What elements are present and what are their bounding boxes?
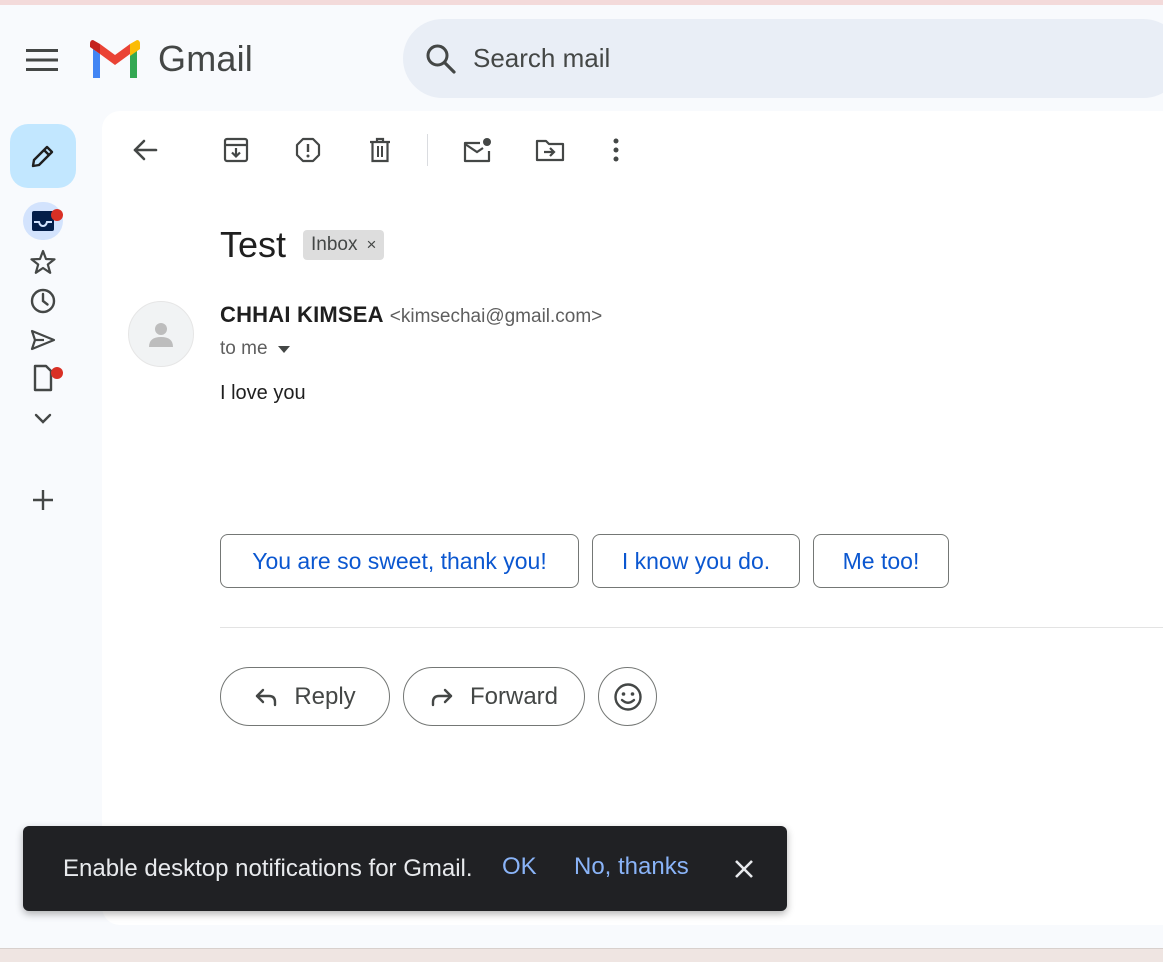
notification-snackbar: Enable desktop notifications for Gmail. … — [23, 826, 787, 911]
delete-icon — [370, 137, 390, 163]
main-menu-button[interactable] — [20, 40, 64, 80]
search-icon[interactable] — [425, 43, 457, 75]
gmail-logo[interactable]: Gmail — [90, 38, 253, 80]
smart-reply-2[interactable]: I know you do. — [592, 534, 800, 588]
sender-name[interactable]: CHHAI KIMSEA — [220, 302, 384, 328]
drafts-icon — [33, 364, 53, 392]
message-body: I love you — [220, 382, 306, 404]
search-input[interactable] — [473, 43, 1073, 74]
archive-icon — [223, 137, 249, 163]
reply-arrow-icon — [256, 688, 277, 706]
sidebar-item-drafts[interactable] — [23, 360, 63, 396]
report-spam-icon — [295, 137, 321, 163]
move-to-button[interactable] — [532, 130, 568, 170]
remove-label-button[interactable]: × — [366, 235, 376, 255]
emoji-reaction-button[interactable] — [598, 667, 657, 726]
snackbar-close-button[interactable] — [731, 856, 757, 882]
message-divider — [220, 627, 1163, 628]
more-options-button[interactable] — [598, 130, 634, 170]
star-icon — [30, 249, 56, 274]
smart-reply-1[interactable]: You are so sweet, thank you! — [220, 534, 579, 588]
mark-unread-button[interactable] — [460, 130, 496, 170]
snackbar-no-thanks-button[interactable]: No, thanks — [574, 853, 689, 881]
mark-unread-icon — [463, 138, 491, 163]
smart-reply-3[interactable]: Me too! — [813, 534, 949, 588]
toolbar-divider — [427, 134, 428, 166]
emoji-smile-icon — [613, 682, 642, 711]
create-label-button[interactable] — [23, 482, 63, 518]
snackbar-message: Enable desktop notifications for Gmail. — [63, 854, 473, 882]
snackbar-ok-button[interactable]: OK — [502, 853, 537, 881]
report-spam-button[interactable] — [290, 130, 326, 170]
inbox-unread-badge — [51, 209, 63, 221]
more-vert-icon — [613, 138, 619, 162]
sidebar-item-sent[interactable] — [23, 322, 63, 358]
hamburger-menu-icon — [26, 49, 58, 71]
gmail-m-icon — [90, 40, 140, 78]
reply-label: Reply — [294, 682, 356, 710]
move-to-folder-icon — [535, 139, 565, 162]
plus-icon — [33, 490, 53, 510]
drafts-badge — [51, 367, 63, 379]
app-name: Gmail — [158, 38, 254, 79]
compose-button[interactable] — [10, 124, 76, 188]
recipient-label: to me — [220, 338, 268, 359]
recipient-details-toggle[interactable]: to me — [220, 338, 290, 360]
sender-avatar[interactable] — [128, 301, 194, 367]
back-button[interactable] — [127, 130, 163, 170]
snoozed-clock-icon — [30, 288, 56, 314]
reply-button[interactable]: Reply — [220, 667, 390, 726]
search-bar[interactable] — [403, 19, 1163, 98]
back-arrow-icon — [133, 139, 158, 161]
close-icon — [735, 860, 753, 878]
sender-email: <kimsechai@gmail.com> — [389, 306, 603, 327]
taskbar-edge — [0, 948, 1163, 962]
sent-icon — [30, 329, 56, 351]
person-icon — [149, 323, 173, 347]
label-chip-text: Inbox — [311, 234, 358, 255]
forward-label: Forward — [469, 682, 559, 710]
sidebar-item-inbox[interactable] — [23, 202, 63, 240]
inbox-label-chip[interactable]: Inbox × — [303, 230, 385, 260]
pencil-icon — [31, 145, 54, 168]
sidebar-expand-more[interactable] — [23, 400, 63, 436]
message-subject: Test — [220, 224, 287, 265]
sender-line: CHHAI KIMSEA <kimsechai@gmail.com> — [220, 302, 602, 328]
sidebar-item-starred[interactable] — [23, 244, 63, 280]
window-top-edge — [0, 0, 1163, 5]
forward-button[interactable]: Forward — [403, 667, 585, 726]
chevron-down-icon — [34, 413, 52, 424]
forward-arrow-icon — [431, 688, 453, 706]
delete-button[interactable] — [362, 130, 398, 170]
sidebar-item-snoozed[interactable] — [23, 283, 63, 319]
caret-down-icon — [277, 345, 290, 353]
archive-button[interactable] — [218, 130, 254, 170]
